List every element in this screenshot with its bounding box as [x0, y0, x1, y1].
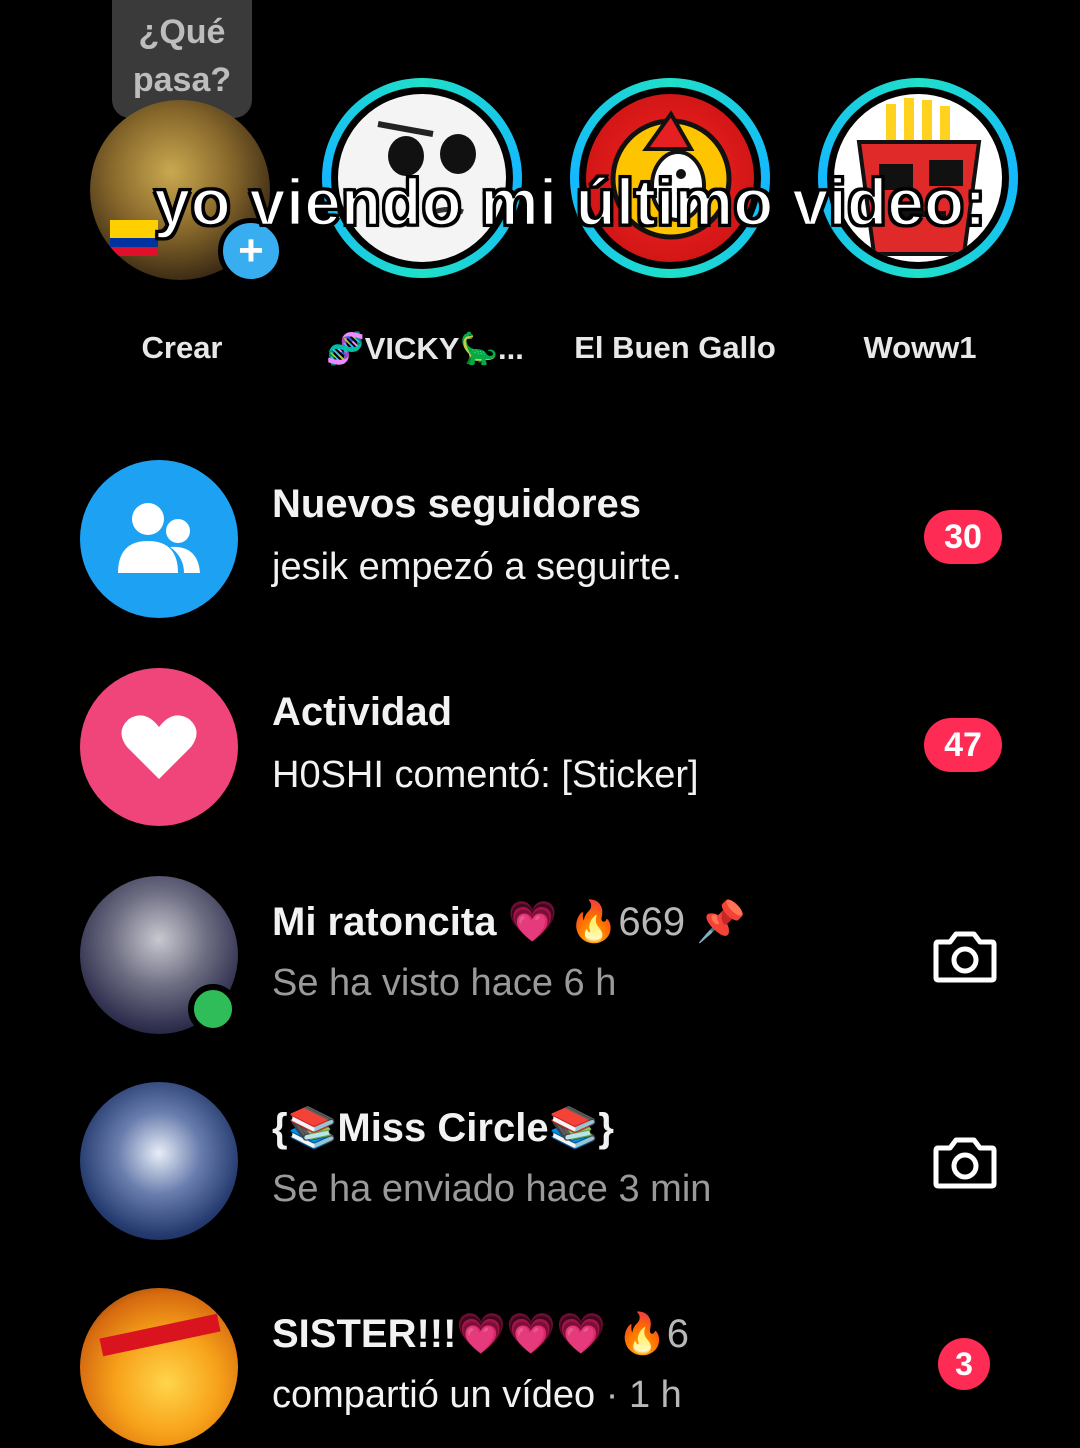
list-item-new-followers[interactable]: Nuevos seguidores jesik empezó a seguirt…: [80, 460, 1010, 620]
list-item-activity[interactable]: Actividad H0SHI comentó: [Sticker] 47: [80, 668, 1010, 828]
row-title: Actividad: [272, 690, 453, 734]
row-subtitle: jesik empezó a seguirte.: [272, 546, 682, 588]
story-label-create: Crear: [141, 330, 223, 365]
chat-time: · 1 h: [605, 1374, 682, 1416]
streak-flame-icon: 🔥: [568, 900, 619, 944]
avatar: [80, 1082, 238, 1240]
pin-icon: 📌: [696, 900, 747, 944]
chat-status: Se ha visto hace 6 h: [272, 962, 617, 1004]
chat-status: compartió un vídeo · 1 h: [272, 1374, 682, 1417]
camera-icon[interactable]: [932, 1132, 998, 1192]
heart-icon: [80, 668, 238, 826]
unread-badge: 3: [938, 1338, 990, 1390]
story-label-el-buen-gallo: El Buen Gallo: [574, 330, 776, 365]
camera-icon[interactable]: [932, 926, 998, 986]
chat-name-text: SISTER!!!💗💗💗: [272, 1312, 606, 1356]
chat-name-text: Mi ratoncita: [272, 900, 497, 944]
chat-name: {📚Miss Circle📚}: [272, 1106, 614, 1150]
status-bubble-text: ¿Qué pasa?: [132, 13, 232, 99]
online-indicator: [188, 984, 238, 1034]
unread-badge: 47: [924, 718, 1002, 772]
chat-status-text: compartió un vídeo: [272, 1374, 596, 1416]
streak-count: 6: [666, 1312, 690, 1356]
chat-name: Mi ratoncita 💗 🔥669 📌: [272, 898, 746, 945]
chat-item-sister[interactable]: SISTER!!!💗💗💗 🔥6 compartió un vídeo · 1 h…: [80, 1288, 1010, 1448]
row-title: Nuevos seguidores: [272, 482, 642, 526]
chat-status: Se ha enviado hace 3 min: [272, 1168, 712, 1210]
streak-count: 669: [618, 900, 686, 944]
users-icon: [80, 460, 238, 618]
streak-flame-icon: 🔥: [616, 1312, 667, 1356]
chat-item-miss-circle[interactable]: {📚Miss Circle📚} Se ha enviado hace 3 min: [80, 1082, 1010, 1242]
chat-item-mi-ratoncita[interactable]: Mi ratoncita 💗 🔥669 📌 Se ha visto hace 6…: [80, 876, 1010, 1036]
headband: [99, 1313, 221, 1357]
unread-badge: 30: [924, 510, 1002, 564]
video-caption: yo viendo mi último video:: [153, 164, 988, 241]
story-label-woww1: Woww1: [863, 330, 977, 365]
heart-emoji: 💗: [507, 900, 558, 944]
chat-name: SISTER!!!💗💗💗 🔥6: [272, 1310, 689, 1357]
avatar: [80, 1288, 238, 1446]
story-label-vicky: 🧬VICKY🦕...: [326, 331, 524, 366]
row-subtitle: H0SHI comentó: [Sticker]: [272, 754, 699, 796]
